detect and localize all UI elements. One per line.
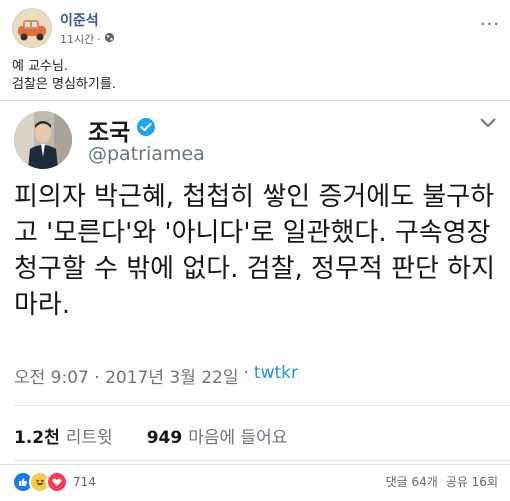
tweet-divider [14,405,510,406]
comments-count-link[interactable]: 댓글 64개 [386,473,438,490]
post-header: 이준석 11시간 · ··· [12,8,500,52]
tweet-author-avatar [14,111,72,169]
engagement-stats: 댓글 64개 공유 16회 [386,473,498,490]
tweet-author-name: 조국 [88,113,156,147]
reaction-count: 714 [73,475,96,489]
chevron-down-icon [480,113,496,132]
more-options-icon[interactable]: ··· [480,14,500,35]
tweet-time-text: 오전 9:07 · 2017년 3월 22일 [14,368,239,388]
verified-badge-icon [136,117,156,143]
tweet-timestamp: 오전 9:07 · 2017년 3월 22일 · twtkr [14,363,298,388]
shares-count-link[interactable]: 공유 16회 [446,473,498,490]
love-reaction-icon [46,471,68,493]
tweet-stats: 1.2천 리트윗 949 마음에 들어요 [14,423,287,448]
author-name[interactable]: 이준석 [60,10,99,30]
tweet-author-name-text: 조국 [88,120,131,146]
facebook-post: 이준석 11시간 · ··· 예 교수님. 검찰은 명심하기를. 조국 @pat… [0,0,510,501]
tweet-handle: @patriamea [88,143,205,165]
author-avatar[interactable] [12,8,52,48]
tweet-source-sep: · [243,363,249,383]
post-meta: 11시간 · [60,31,115,47]
meta-separator: · [97,32,101,46]
caption-line: 예 교수님. [12,59,69,74]
caption-line: 검찰은 명심하기를. [12,77,116,92]
globe-icon [104,32,115,46]
tweet-divider-bottom [14,460,510,461]
reactions-summary[interactable]: 714 [12,471,96,493]
post-caption: 예 교수님. 검찰은 명심하기를. [12,58,116,94]
post-time[interactable]: 11시간 [60,31,94,47]
tweet-screenshot[interactable]: 조국 @patriamea 피의자 박근혜, 첩첩히 쌓인 증거에도 불구하고 … [0,100,510,465]
post-footer: 714 댓글 64개 공유 16회 [12,471,498,493]
like-count: 949 [146,428,183,448]
like-label: 마음에 들어요 [188,428,288,448]
retweet-count: 1.2천 [14,428,60,448]
tweet-body: 피의자 박근혜, 첩첩히 쌓인 증거에도 불구하고 '모른다'와 '아니다'로 … [14,182,496,320]
tweet-source: twtkr [253,363,298,383]
retweet-label: 리트윗 [65,428,113,448]
